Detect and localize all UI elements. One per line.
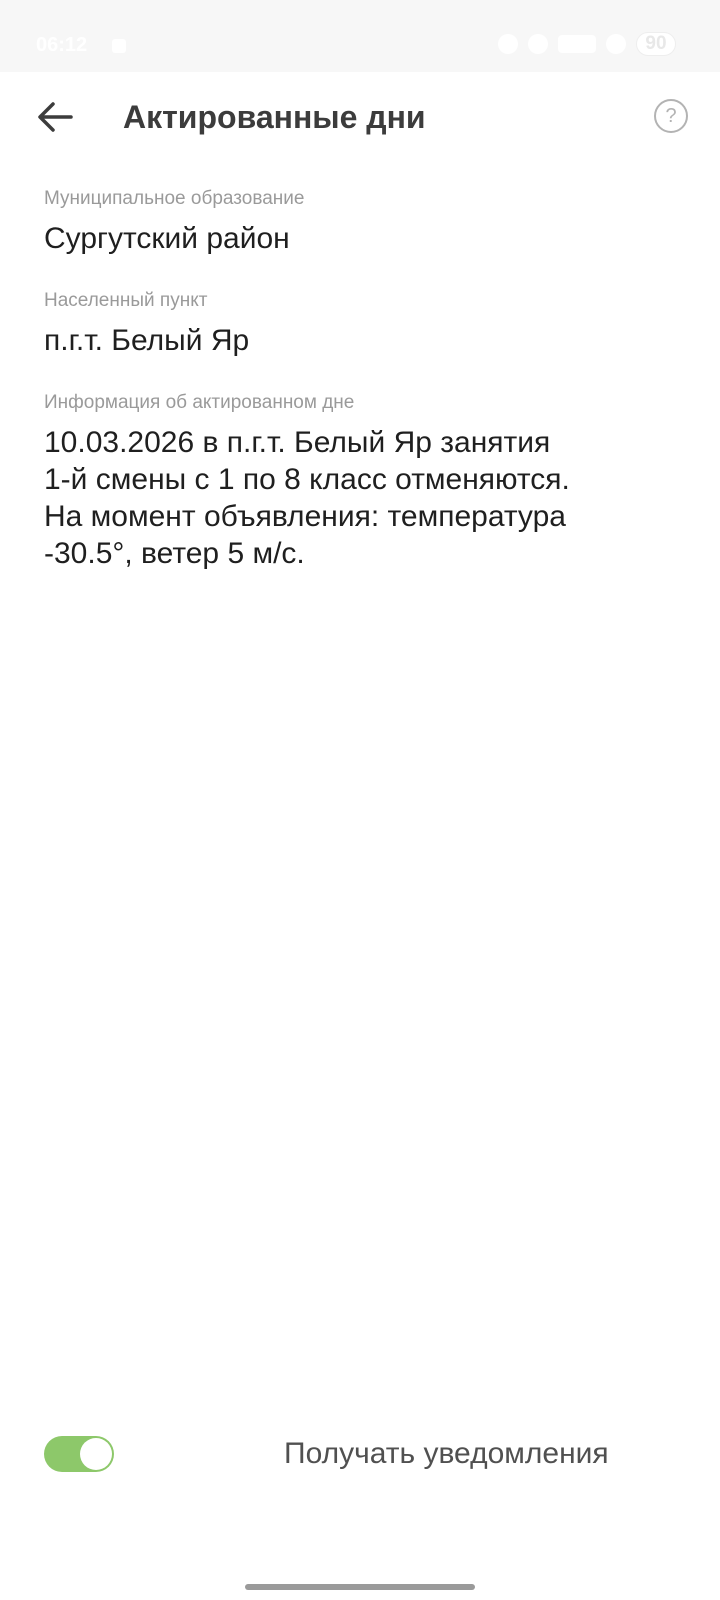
notifications-toggle[interactable]	[44, 1436, 114, 1472]
signal-icon	[606, 34, 626, 54]
notifications-row: Получать уведомления	[44, 1432, 684, 1482]
status-bar: 06:12 90	[0, 0, 720, 72]
day-info-value: 10.03.2026 в п.г.т. Белый Яр занятия 1-й…	[44, 426, 570, 570]
wifi-icon	[528, 34, 548, 54]
field-label: Муниципальное образование	[44, 188, 305, 209]
field-day-info: Информация об актированном дне 10.03.202…	[44, 390, 684, 572]
details-section: Муниципальное образование Сургутский рай…	[44, 186, 684, 602]
field-label: Информация об актированном дне	[44, 392, 355, 413]
alarm-icon	[498, 34, 518, 54]
settlement-value: п.г.т. Белый Яр	[44, 324, 250, 357]
municipality-value: Сургутский район	[44, 222, 290, 255]
toggle-knob	[80, 1438, 112, 1470]
battery-indicator: 90	[636, 32, 676, 56]
page-title: Актированные дни	[123, 99, 426, 135]
field-settlement: Населенный пункт п.г.т. Белый Яр	[44, 288, 684, 360]
notifications-label: Получать уведомления	[284, 1437, 609, 1470]
arrow-left-icon	[38, 102, 73, 132]
field-municipality: Муниципальное образование Сургутский рай…	[44, 186, 684, 258]
question-circle-icon: ?	[665, 104, 677, 127]
field-label: Населенный пункт	[44, 290, 208, 311]
help-button[interactable]: ?	[654, 99, 688, 133]
network-icon	[558, 35, 596, 53]
status-time: 06:12	[36, 34, 88, 56]
back-button[interactable]	[30, 92, 80, 142]
notification-icon	[112, 39, 126, 53]
status-icons: 90	[498, 32, 676, 56]
app-bar: Актированные дни ?	[0, 72, 720, 162]
home-indicator[interactable]	[245, 1584, 475, 1590]
